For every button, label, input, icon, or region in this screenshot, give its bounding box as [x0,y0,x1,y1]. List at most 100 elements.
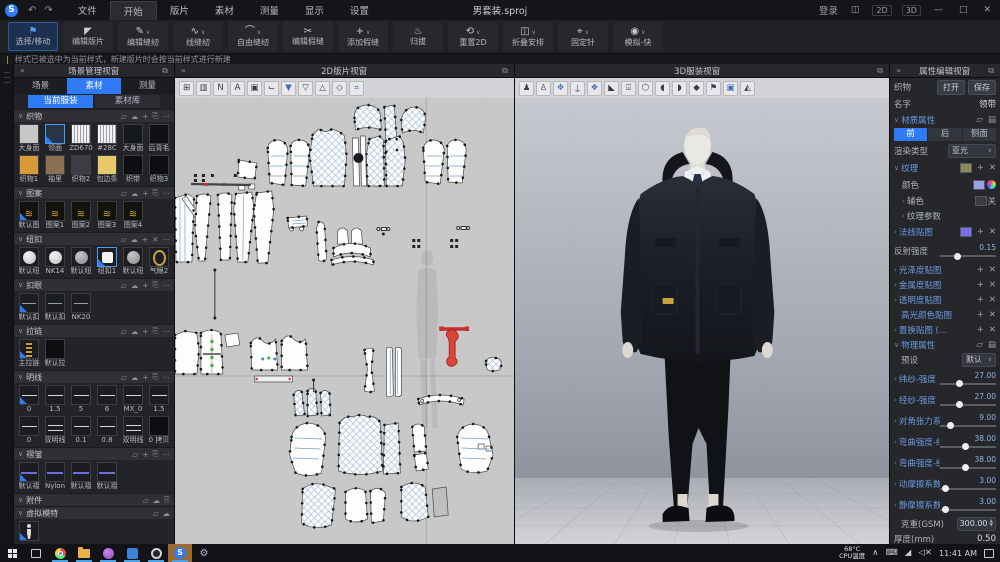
copy-icon[interactable]: ⎘ [153,280,159,290]
copy-icon[interactable]: ⎘ [153,326,159,336]
material-section-header[interactable]: ∨材质属性 ▱▤ [890,112,1000,127]
buttonhole-swatch[interactable] [19,293,39,313]
layers-tool-icon[interactable]: ▥ [196,81,211,96]
add-icon[interactable]: + [142,112,148,121]
layout-icon[interactable]: ◫ [848,5,863,15]
fabric-drape-icon[interactable]: ◭ [740,81,755,96]
displacement-map-row[interactable]: ›置换贴图 (... +✕ [890,322,1000,337]
network-icon[interactable]: ◢ [905,548,912,558]
flag-view-icon[interactable]: ⚑ [706,81,721,96]
menu-pattern[interactable]: 版片 [157,1,202,20]
delete-icon[interactable]: ✕ [152,235,158,244]
fabric-swatch[interactable] [123,155,143,175]
add-icon[interactable]: + [142,281,148,290]
folder-icon[interactable]: ▱ [121,281,127,290]
more-icon[interactable]: ⋯ [163,112,171,121]
topstitch-swatch[interactable] [45,416,65,436]
button-swatch[interactable] [19,247,39,267]
add-icon[interactable]: + [142,189,148,198]
folder-icon[interactable]: ▱ [153,509,159,518]
save-button[interactable]: 保存 [968,80,996,95]
topstitch-swatch[interactable] [149,416,169,436]
folder-icon[interactable]: ▱ [121,327,127,336]
collapse-panel-icon[interactable]: « [18,66,27,75]
add-icon[interactable]: + [142,450,148,459]
shoe-right-icon[interactable]: ◗ [672,81,687,96]
edit-baste-button[interactable]: ✂ 编辑假缝 [283,22,333,51]
popout-icon[interactable]: ⧉ [986,66,996,76]
taskbar-app-circle[interactable] [144,544,168,562]
popout-icon[interactable]: ⧉ [160,66,170,76]
add-icon[interactable]: + [142,327,148,336]
open-button[interactable]: 打开 [937,80,965,95]
static-friction-slider[interactable] [940,509,996,511]
taskbar-settings[interactable]: ⚙ [192,544,216,562]
taskbar-chrome[interactable] [48,544,72,562]
shoe-left-icon[interactable]: ◖ [655,81,670,96]
volume-muted-icon[interactable]: ◁✕ [918,548,932,558]
pattern-2d-canvas[interactable]: .pw{fill:#fdfdfd;stroke:#4a4a4a;stroke-w… [175,98,514,544]
avatar-stand-icon[interactable]: ⍊ [570,81,585,96]
topstitch-swatch[interactable] [71,416,91,436]
more-icon[interactable]: ⋯ [163,450,171,459]
garment-front-icon[interactable]: ▼ [281,81,296,96]
fabric-swatch[interactable] [45,155,65,175]
folder-icon[interactable]: ▱ [121,112,127,121]
start-button[interactable] [0,544,24,562]
cloud-icon[interactable]: ☁ [163,509,171,518]
section-button[interactable]: ∨ 纽扣 ▱☁+✕⋯ [14,232,174,245]
folder-icon[interactable]: ▱ [132,450,138,459]
tray-expand-icon[interactable]: ∧ [872,548,878,558]
specular-map-row[interactable]: 高光颜色贴图 +✕ [890,307,1000,322]
add-icon[interactable]: + [977,265,984,275]
maximize-button[interactable]: □ [956,5,971,15]
delete-icon[interactable]: ✕ [989,163,996,173]
color-swatch[interactable] [973,180,985,190]
add-icon[interactable]: + [977,227,984,237]
pattern-swatch[interactable] [71,201,91,221]
taskbar-style3d-active[interactable]: S [168,544,192,562]
secondary-color-swatch[interactable] [975,196,987,206]
keyboard-icon[interactable]: ⌨ [886,548,898,558]
popout-icon[interactable]: ⧉ [500,66,510,76]
name-tool-icon[interactable]: N [213,81,228,96]
mesh-view-icon[interactable]: ◇ [332,81,347,96]
fabric-swatch[interactable] [149,124,169,144]
reflect-slider[interactable] [940,255,996,257]
fabric-swatch[interactable] [123,124,143,144]
tab-measure[interactable]: 测量 [121,78,174,94]
add-icon[interactable]: + [977,163,984,173]
copy-icon[interactable]: ⎘ [153,449,159,459]
tab-front[interactable]: 前 [894,128,927,141]
pin-box-icon[interactable]: ❖ [587,81,602,96]
section-pleat[interactable]: ∨ 褶皱 ▱+⎘⋯ [14,447,174,460]
add-icon[interactable]: + [977,325,984,335]
cloud-icon[interactable]: ☁ [153,496,161,505]
button-swatch[interactable] [123,247,143,267]
taskbar-app-blue[interactable] [120,544,144,562]
fabric-swatch[interactable] [19,155,39,175]
topstitch-swatch[interactable] [149,385,169,405]
buttonhole-swatch[interactable] [45,293,65,313]
menu-display[interactable]: 显示 [292,1,337,20]
color-picker-icon[interactable] [987,180,996,189]
section-pattern[interactable]: ∨ 图案 ▱☁+⎘⋯ [14,186,174,199]
delete-icon[interactable]: ✕ [989,265,996,275]
garment-dark-icon[interactable]: ◣ [604,81,619,96]
pattern-swatch[interactable] [123,201,143,221]
delete-icon[interactable]: ✕ [989,325,996,335]
edit-pattern-button[interactable]: ◤ 编辑版片 [63,22,113,51]
tab-material[interactable]: 素材 [67,78,120,94]
delete-icon[interactable]: ✕ [989,310,996,320]
undo-icon[interactable]: ↶ [24,5,40,16]
folder-icon[interactable]: ▱ [976,340,983,350]
weft-strength-slider[interactable] [940,383,996,385]
menu-settings[interactable]: 设置 [337,1,382,20]
button-swatch[interactable] [149,247,169,267]
boot-icon[interactable]: ◆ [689,81,704,96]
topstitch-swatch[interactable] [19,385,39,405]
pattern-swatch[interactable] [45,201,65,221]
folder-icon[interactable]: ▱ [121,189,127,198]
fabric-swatch[interactable] [71,124,91,144]
section-buttonhole[interactable]: ∨ 扣眼 ▱☁+⎘⋯ [14,278,174,291]
